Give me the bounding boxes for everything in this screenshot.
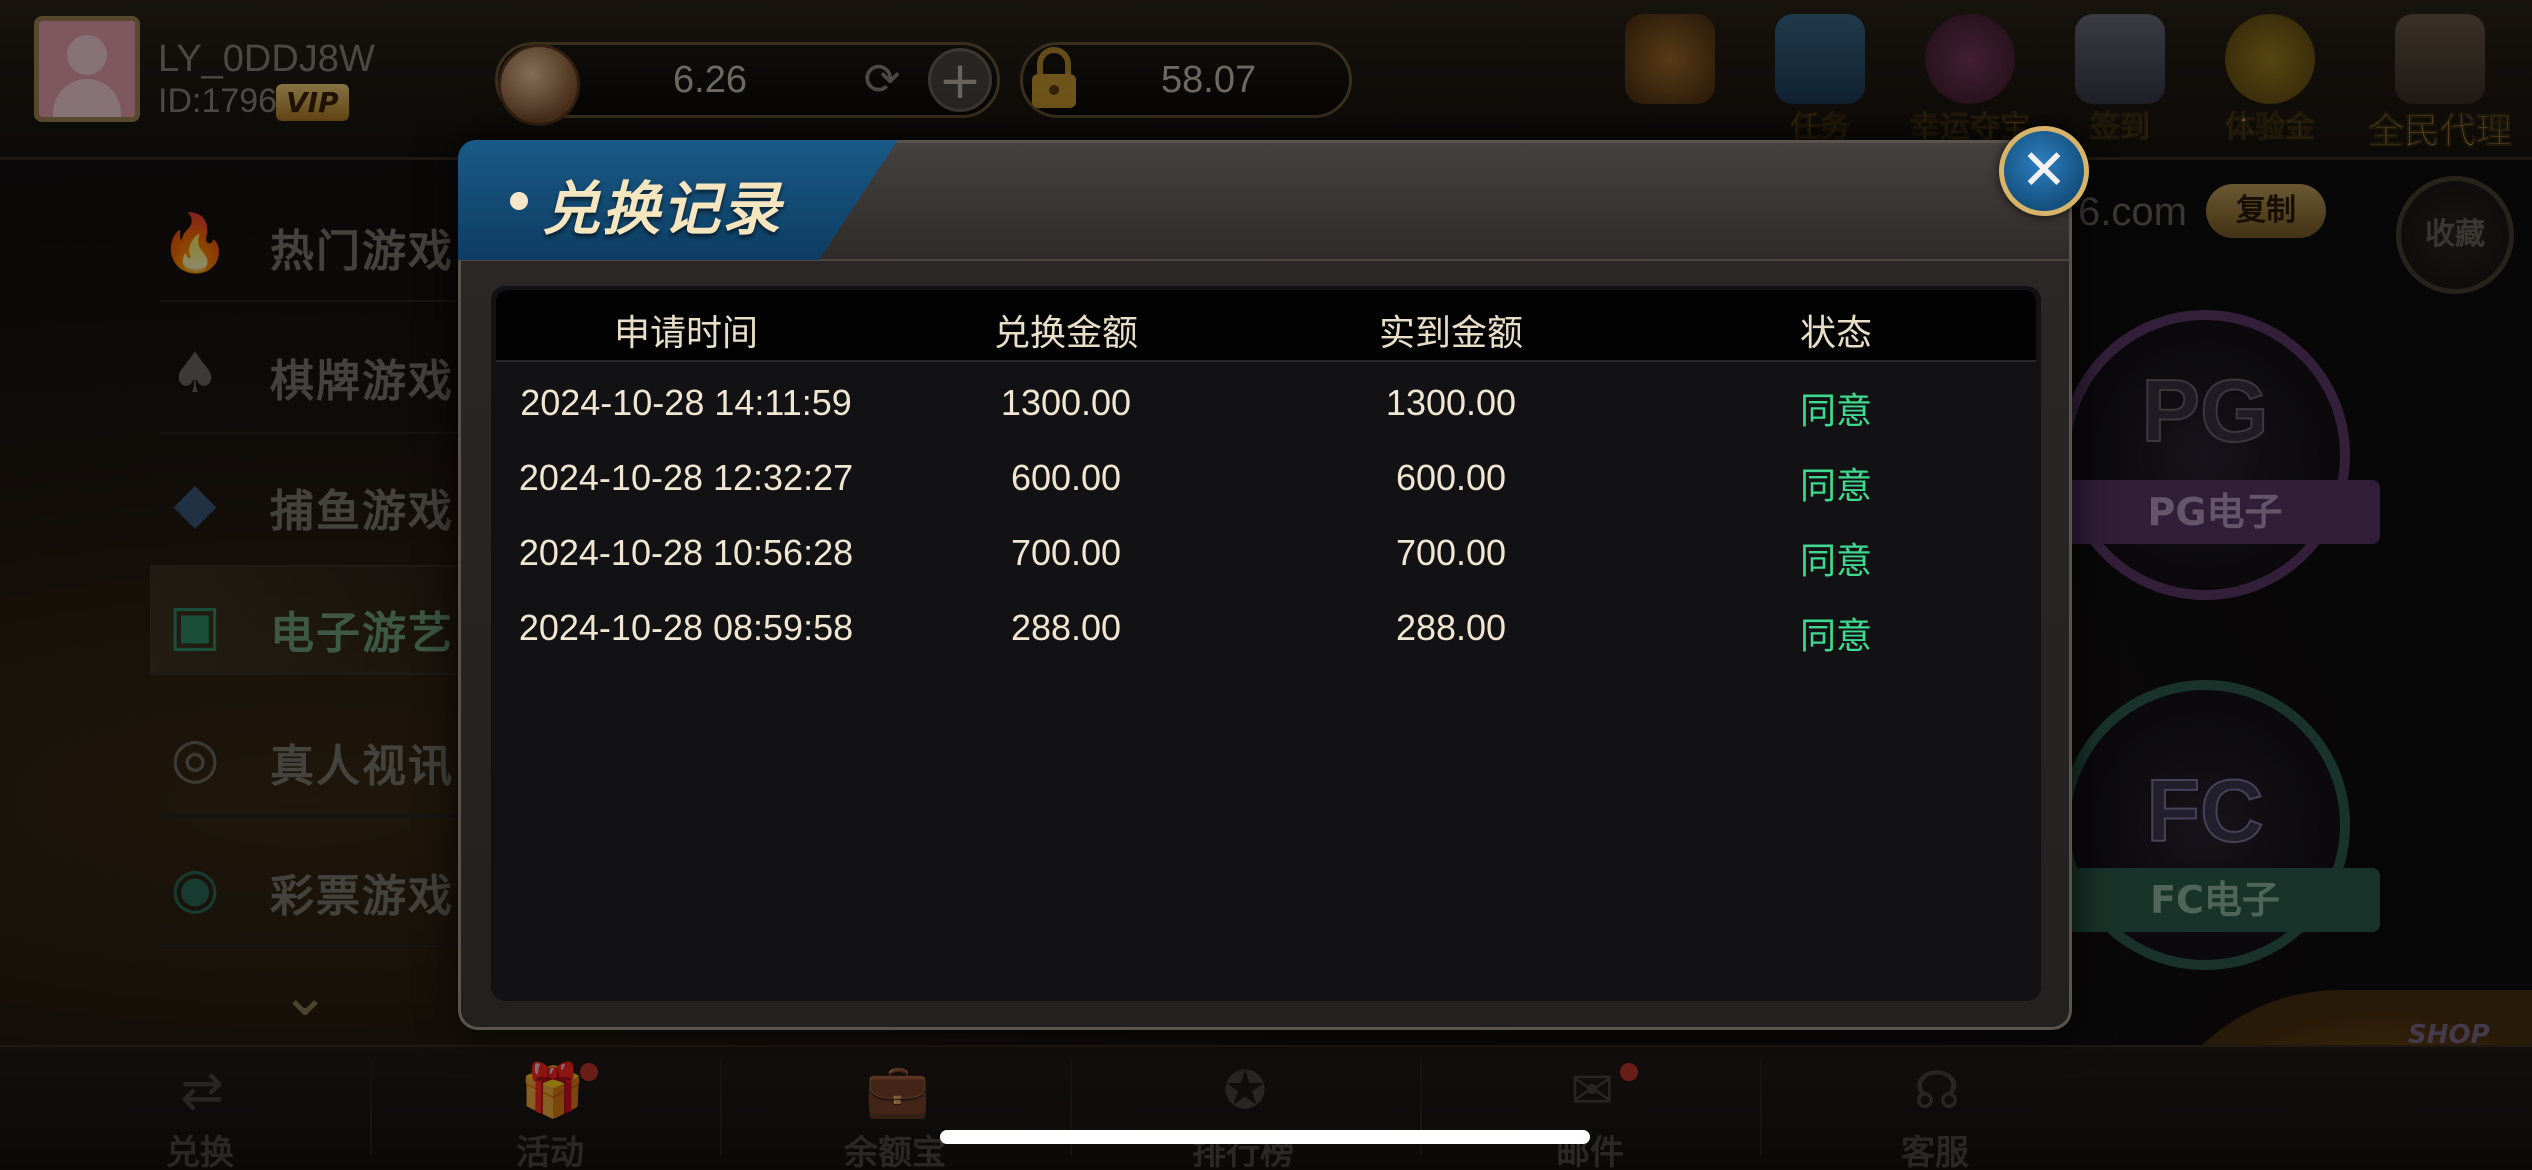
table-row: 2024-10-28 14:11:59 1300.00 1300.00 同意	[496, 372, 2036, 447]
close-button[interactable]: ✕	[1999, 126, 2089, 216]
title-dot	[510, 192, 528, 210]
column-header-amount: 兑换金额	[993, 313, 1138, 354]
cell-status: 同意	[1799, 541, 1872, 582]
cell-received: 1300.00	[1385, 382, 1517, 423]
cell-received: 600.00	[1395, 457, 1507, 498]
column-header-time: 申请时间	[613, 313, 758, 354]
cell-time: 2024-10-28 14:11:59	[520, 382, 852, 423]
close-icon: ✕	[2020, 138, 2068, 203]
cell-received: 288.00	[1395, 607, 1507, 648]
cell-time: 2024-10-28 12:32:27	[518, 457, 854, 498]
cell-status: 同意	[1799, 616, 1872, 657]
column-header-received: 实到金额	[1378, 313, 1523, 354]
cell-status: 同意	[1799, 466, 1872, 507]
cell-time: 2024-10-28 08:59:58	[518, 607, 854, 648]
table-header: 申请时间 兑换金额 实到金额 状态	[496, 290, 2036, 362]
table-row: 2024-10-28 08:59:58 288.00 288.00 同意	[496, 597, 2036, 672]
table-row: 2024-10-28 12:32:27 600.00 600.00 同意	[496, 447, 2036, 522]
cell-received: 700.00	[1395, 532, 1507, 573]
cell-amount: 288.00	[1010, 607, 1122, 648]
cell-amount: 600.00	[1010, 457, 1122, 498]
home-indicator[interactable]	[940, 1130, 1590, 1144]
cell-amount: 700.00	[1010, 532, 1122, 573]
column-header-status: 状态	[1799, 313, 1872, 354]
cell-time: 2024-10-28 10:56:28	[518, 532, 854, 573]
modal-title: 兑换记录	[542, 175, 783, 243]
app-root: LY_0DDJ8W ID:1796 VIP 6.26 ⟳ + 58.07 任务 …	[0, 0, 2532, 1170]
cell-status: 同意	[1799, 391, 1872, 432]
table-row: 2024-10-28 10:56:28 700.00 700.00 同意	[496, 522, 2036, 597]
cell-amount: 1300.00	[1000, 382, 1132, 423]
